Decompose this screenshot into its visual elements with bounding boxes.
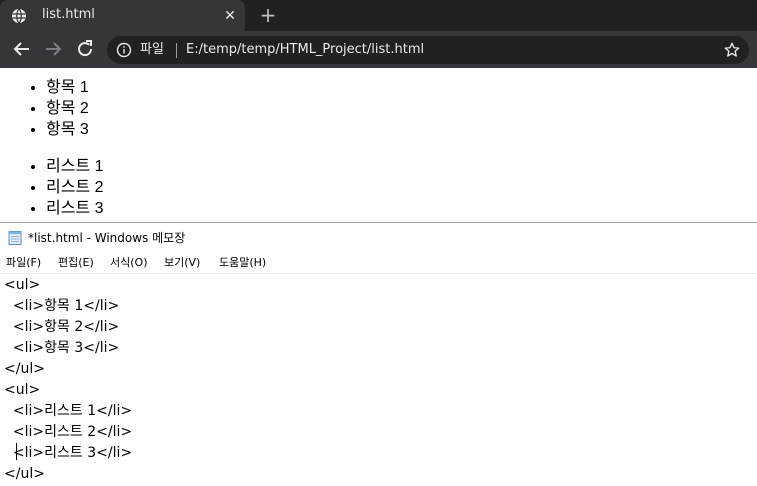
- menu-view[interactable]: 보기(V): [164, 256, 200, 270]
- rendered-page: 항목 1 항목 2 항목 3 리스트 1 리스트 2 리스트 3: [0, 68, 757, 222]
- info-icon[interactable]: [116, 42, 132, 58]
- back-arrow-icon[interactable]: [10, 37, 34, 61]
- url-text[interactable]: E:/temp/temp/HTML_Project/list.html: [186, 42, 424, 58]
- tab-title: list.html: [42, 7, 95, 22]
- address-bar[interactable]: 파일 E:/temp/temp/HTML_Project/list.html: [107, 36, 749, 64]
- omnibox-divider: [176, 43, 177, 58]
- file-scheme-chip: 파일: [140, 42, 164, 57]
- code-line: <li>리스트 2</li>: [4, 424, 133, 440]
- menu-format[interactable]: 서식(O): [110, 256, 147, 270]
- code-line: <li>항목 2</li>: [4, 319, 120, 335]
- new-tab-button[interactable]: +: [258, 5, 278, 25]
- reload-icon[interactable]: [73, 37, 97, 61]
- text-caret: [16, 443, 17, 460]
- code-line: <li>리스트 1</li>: [4, 403, 133, 419]
- list-item: 리스트 3: [46, 198, 104, 219]
- star-bookmark-icon[interactable]: [723, 41, 741, 59]
- list-item: 항목 2: [46, 98, 89, 119]
- notepad-window: *list.html - Windows 메모장 파일(F) 편집(E) 서식(…: [0, 222, 757, 486]
- browser-toolbar: 파일 E:/temp/temp/HTML_Project/list.html: [0, 31, 757, 68]
- menu-help[interactable]: 도움말(H): [219, 256, 266, 270]
- notepad-text-area[interactable]: <ul> <li>항목 1</li> <li>항목 2</li> <li>항목 …: [0, 274, 757, 486]
- notepad-icon: [8, 231, 22, 245]
- list-2: 리스트 1 리스트 2 리스트 3: [0, 156, 104, 219]
- code-text[interactable]: <ul> <li>항목 1</li> <li>항목 2</li> <li>항목 …: [4, 275, 132, 485]
- notepad-menubar: 파일(F) 편집(E) 서식(O) 보기(V) 도움말(H): [0, 253, 757, 274]
- code-line: <li>리스트 3</li>: [4, 445, 133, 461]
- forward-arrow-icon[interactable]: [41, 37, 65, 61]
- list-item: 리스트 1: [46, 156, 104, 177]
- code-line: <li>항목 1</li>: [4, 298, 120, 314]
- list-1: 항목 1 항목 2 항목 3: [0, 77, 89, 140]
- list-item: 항목 1: [46, 77, 89, 98]
- code-line: <ul>: [4, 382, 41, 398]
- menu-edit[interactable]: 편집(E): [58, 256, 94, 270]
- code-line: </ul>: [4, 361, 45, 377]
- close-tab-icon[interactable]: ✕: [221, 7, 239, 25]
- menu-file[interactable]: 파일(F): [6, 256, 41, 270]
- tab-strip: list.html ✕ +: [0, 0, 757, 31]
- list-item: 항목 3: [46, 119, 89, 140]
- code-line: <ul>: [4, 277, 41, 293]
- notepad-title: *list.html - Windows 메모장: [28, 231, 186, 245]
- notepad-titlebar[interactable]: *list.html - Windows 메모장: [0, 223, 757, 253]
- code-line: <li>항목 3</li>: [4, 340, 120, 356]
- browser-chrome: list.html ✕ + 파일 E:/temp/temp/HTML_Proje…: [0, 0, 757, 68]
- list-item: 리스트 2: [46, 177, 104, 198]
- globe-icon: [12, 8, 26, 24]
- code-line: </ul>: [4, 466, 45, 482]
- tab-list-html[interactable]: list.html ✕: [0, 0, 245, 31]
